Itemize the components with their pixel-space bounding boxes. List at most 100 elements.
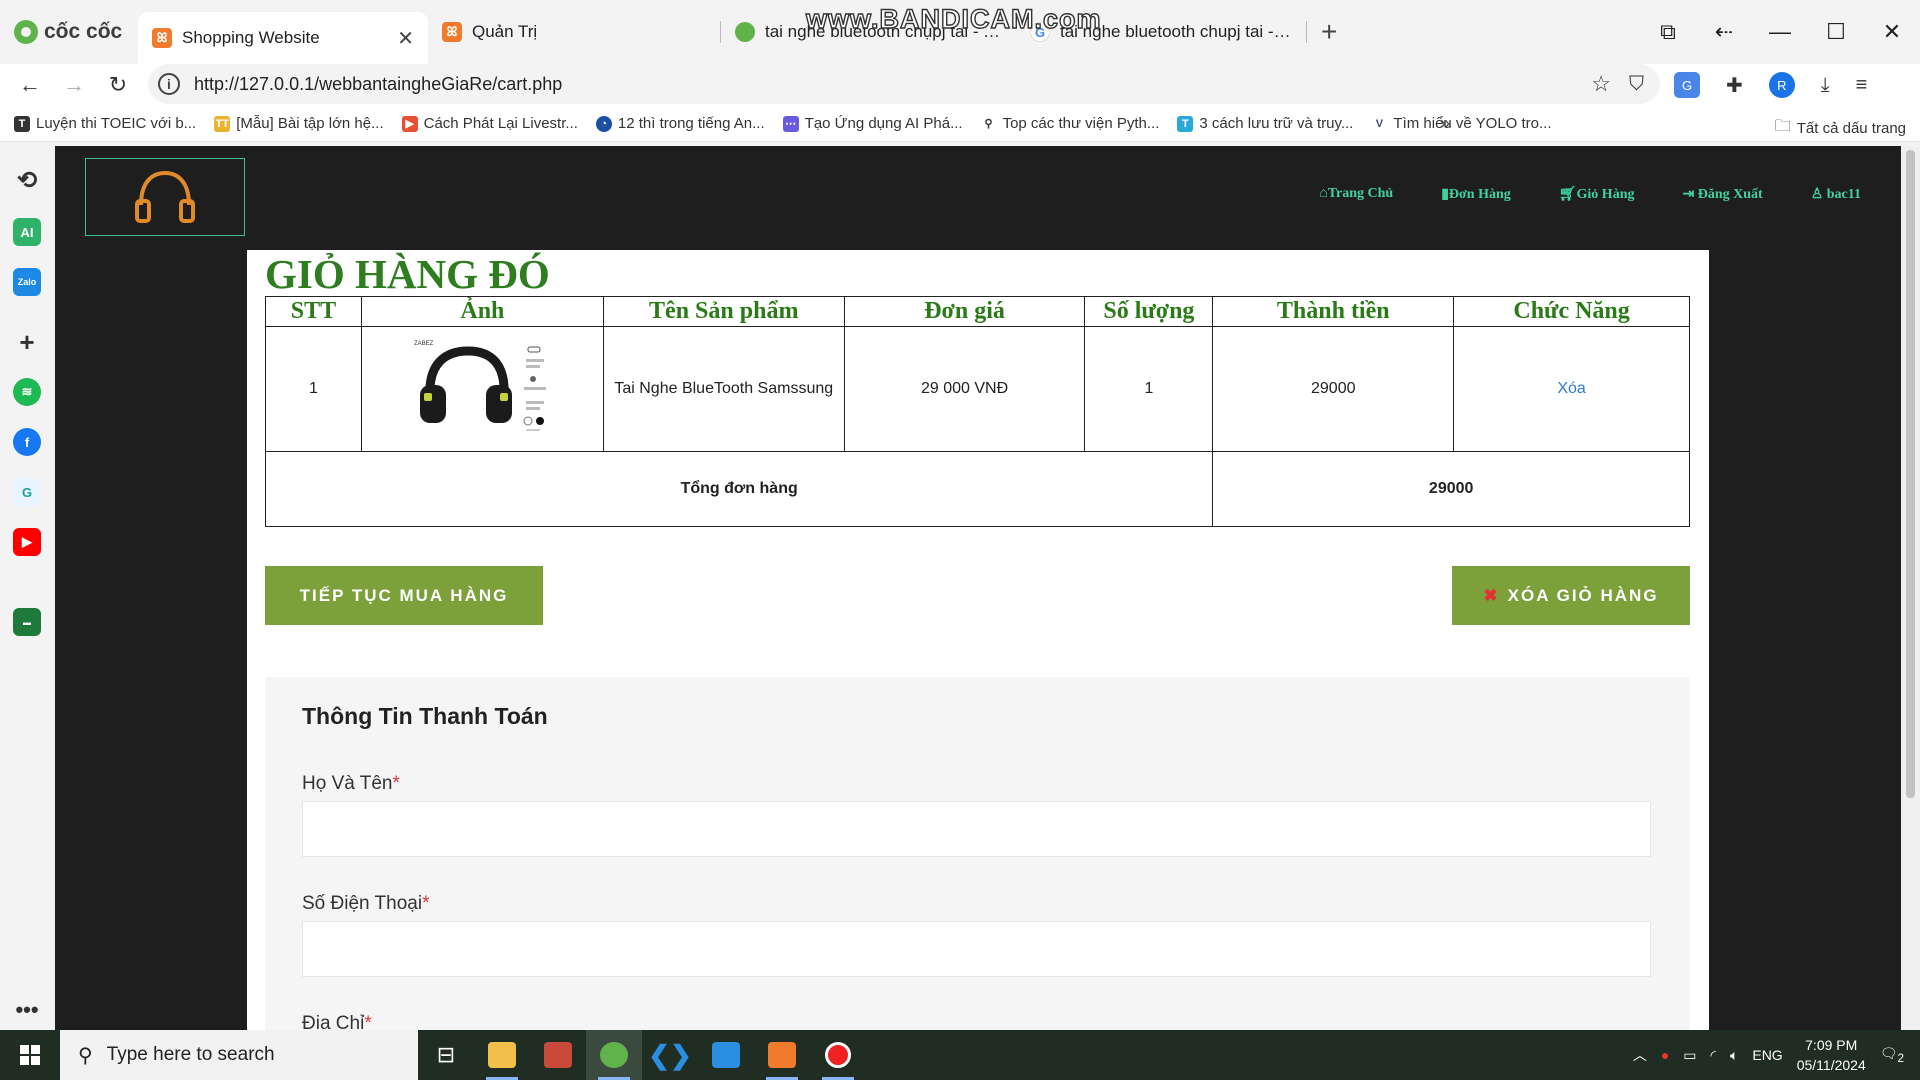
taskbar-search[interactable]: ⚲ Type here to search [60,1030,418,1080]
template-icon: TT [214,115,231,132]
cart-icon: 🛒︎ [1558,187,1577,202]
scrollbar-thumb[interactable] [1906,150,1915,798]
volume-icon[interactable]: 🔈︎ [1730,1047,1738,1064]
phone-field[interactable] [302,921,1651,977]
site-info-icon[interactable]: i [158,73,180,95]
tab-label: Shopping Website [182,28,320,47]
bookmark-item[interactable]: T 3 cách lưu trữ và truy... [1177,115,1353,132]
menu-icon[interactable]: ≡ [1856,74,1868,97]
url-text[interactable]: http://127.0.0.1/webbantaingheGiaRe/cart… [194,74,562,95]
browser-sidebar: ⟲ AI Zalo + ≋ f G ▶ ▬ ••• [0,142,54,1030]
coccoc-game-icon[interactable]: ▬ [13,608,41,636]
tab-label: Quản Trị [472,22,538,41]
shield-icon[interactable]: ⛉ [1629,73,1644,96]
bookmark-item[interactable]: ⋯ Tạo Ứng dụng AI Phá... [782,115,963,132]
ai-assistant-icon[interactable]: AI [13,218,41,246]
toolbox-app[interactable] [530,1030,586,1080]
back-button[interactable]: ← [8,72,52,98]
file-icon: ▮ [1441,187,1449,202]
tab-back-icon[interactable]: ⇠ [1696,19,1752,45]
fullname-label-text: Họ Và Tên [302,773,393,794]
new-tab-button[interactable]: + [1307,16,1351,48]
xampp-app[interactable] [754,1030,810,1080]
toolbox-icon [544,1042,572,1068]
page-scrollbar[interactable] [1901,146,1920,1030]
clear-cart-button[interactable]: ✖ XÓA GIỎ HÀNG [1452,566,1690,625]
bookmark-item[interactable]: TT [Mẫu] Bài tập lớn hệ... [214,115,384,132]
bookmark-label: 3 cách lưu trữ và truy... [1199,115,1354,132]
vscode-app[interactable]: ❮❯ [642,1030,698,1080]
bookmark-item[interactable]: ▶ Cách Phát Lại Livestr... [401,115,578,132]
battery-icon[interactable]: ▭ [1683,1047,1696,1064]
language-indicator[interactable]: ENG [1752,1047,1782,1063]
notification-icon[interactable]: 🗨︎2 [1880,1045,1904,1065]
minimize-button[interactable]: — [1752,19,1808,45]
required-mark: * [392,773,400,794]
grammarly-icon[interactable]: G [13,478,41,506]
close-tab-icon[interactable]: ✕ [397,26,414,51]
store-app[interactable] [698,1030,754,1080]
maximize-button[interactable]: ☐ [1808,19,1864,45]
start-button[interactable] [0,1030,60,1080]
task-view-button[interactable]: ⊟ [418,1030,474,1080]
notification-count: 2 [1897,1051,1904,1065]
nav-cart-label: Giỏ Hàng [1576,187,1635,202]
checkout-title: Thông Tin Thanh Toán [302,703,548,729]
close-window-button[interactable]: ✕ [1864,19,1920,45]
all-bookmarks[interactable]: 🗀 Tất cả dấu trang [1775,115,1906,142]
product-image[interactable]: ZABEZ [402,335,562,439]
nav-user[interactable]: ♙ bac11 [1811,186,1861,203]
livestream-icon: ▶ [401,115,418,132]
chevron-up-icon[interactable]: ︿ [1633,1045,1647,1065]
location-pin-icon: ⚲ [980,115,997,132]
browser-brand-label: cốc cốc [44,20,123,43]
youtube-icon[interactable]: ▶ [13,528,41,556]
col-header: Đơn giá [843,296,1086,327]
translate-icon[interactable]: G [1674,72,1700,98]
forward-button[interactable]: → [52,72,96,98]
remove-item-link[interactable]: Xóa [1557,380,1585,397]
checkout-form: Thông Tin Thanh Toán Họ Và Tên* Số Điện … [265,677,1690,1030]
reload-button[interactable]: ↻ [96,72,140,98]
table-row: 1 ZABEZ Tai Nghe BlueTooth Samssung 29 0… [265,326,1690,452]
tab-quan-tri[interactable]: ꕤ Quản Trị [428,10,720,54]
fullname-label: Họ Và Tên* [302,773,400,795]
nav-logout[interactable]: ⇥ Đăng Xuất [1683,186,1763,203]
sign-out-icon: ⇥ [1682,187,1698,202]
profile-avatar[interactable]: R [1768,72,1795,98]
download-icon[interactable]: ⤓ [1821,74,1830,97]
fullname-field[interactable] [302,801,1651,857]
cast-icon[interactable]: ⧉ [1640,19,1696,45]
continue-shopping-button[interactable]: TIẾP TỤC MUA HÀNG [265,566,543,625]
add-sidebar-app-icon[interactable]: + [13,327,41,357]
wifi-icon[interactable]: ◜ [1711,1047,1716,1064]
bandicam-app[interactable] [810,1030,866,1080]
facebook-icon[interactable]: f [13,428,41,456]
bookmark-item[interactable]: ⚲ Top các thư viện Pyth... [980,115,1159,132]
bookmark-item[interactable]: T Luyện thi TOEIC với b... [14,115,196,132]
coccoc-app[interactable] [586,1030,642,1080]
recording-tray-icon[interactable]: ● [1661,1047,1669,1063]
bookmark-item[interactable]: V Tìm hiểu về YOLO tro... [1371,115,1552,132]
zalo-icon[interactable]: Zalo [13,268,41,296]
history-icon[interactable]: ⟲ [13,166,41,194]
yolo-icon: V [1371,115,1388,132]
extensions-icon[interactable]: ✚ [1726,73,1743,98]
tab-shopping-website[interactable]: ꕤ Shopping Website ✕ [138,12,428,64]
bookmark-star-icon[interactable]: ☆ [1591,71,1611,97]
nav-home[interactable]: ⌂Trang Chủ [1319,186,1393,203]
total-value: 29000 [1212,451,1690,527]
nav-cart[interactable]: 🛒︎Giỏ Hàng [1559,186,1635,203]
more-sidebar-icon[interactable]: ••• [13,996,41,1024]
browser-brand[interactable]: cốc cốc [0,20,138,44]
nav-orders[interactable]: ▮Đơn Hàng [1441,186,1511,203]
spotify-icon[interactable]: ≋ [13,378,41,406]
cell-unit-price: 29 000 VNĐ [843,326,1086,452]
address-bar[interactable]: i http://127.0.0.1/webbantaingheGiaRe/ca… [148,64,1660,104]
file-explorer-app[interactable] [474,1030,530,1080]
col-header: Thành tiền [1212,296,1455,327]
site-logo[interactable] [85,158,245,236]
bookmark-item[interactable]: ◔ 12 thì trong tiếng An... [595,115,765,132]
clock[interactable]: 7:09 PM 05/11/2024 [1797,1035,1866,1075]
more-bookmarks-icon[interactable]: » [1440,113,1450,134]
